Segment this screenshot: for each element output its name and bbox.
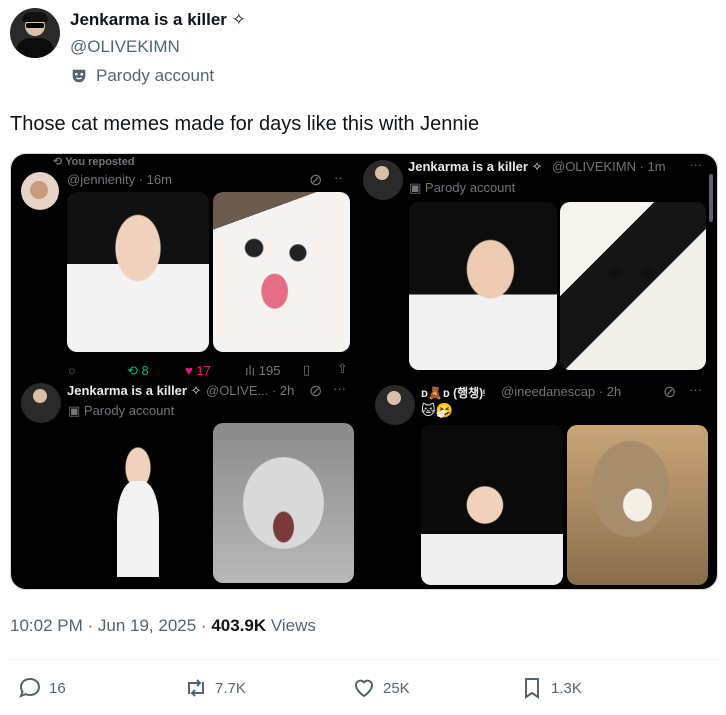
q4-avatar bbox=[375, 385, 415, 425]
q1-share-icon: ⇧ bbox=[337, 361, 348, 376]
like-button[interactable]: 25K bbox=[352, 676, 410, 700]
reply-icon bbox=[19, 677, 41, 698]
repost-button[interactable]: 7.7K bbox=[184, 676, 246, 700]
q1-likes-count: 17 bbox=[196, 363, 211, 378]
reply-button[interactable]: 16 bbox=[18, 676, 66, 700]
q2-photo-cat bbox=[560, 202, 706, 370]
q1-likes: ♥ 17 bbox=[185, 363, 211, 378]
views-label: Views bbox=[270, 616, 316, 635]
q1-views-count: 195 bbox=[258, 363, 281, 378]
action-bar: 16 7.7K 25K 1.3K bbox=[0, 676, 726, 706]
q1-handle-time: @jennienity · 16m bbox=[67, 172, 172, 187]
q1-photo-cat bbox=[213, 192, 350, 352]
q3-grok-icon: ⊘ bbox=[309, 383, 323, 400]
divider bbox=[10, 659, 718, 660]
q2-photo-woman bbox=[409, 202, 557, 370]
q4-photo-cat bbox=[567, 425, 708, 585]
q1-bookmark-icon: ▯ bbox=[303, 362, 311, 377]
q1-grok-icon: ⊘ bbox=[309, 172, 323, 189]
scrollbar-thumb bbox=[709, 174, 713, 222]
q4-name: ᴅ🧸ᴅ (행챙)ᵎ bbox=[421, 386, 485, 400]
q3-more-icon: ··· bbox=[333, 381, 346, 396]
q2-name: Jenkarma is a killer ✧ bbox=[408, 159, 543, 174]
q3-name: Jenkarma is a killer ✧ bbox=[67, 383, 202, 398]
bookmark-button[interactable]: 1.3K bbox=[520, 676, 582, 700]
q1-views: ılı 195 bbox=[245, 363, 281, 378]
theater-mask-icon bbox=[72, 69, 86, 83]
bookmark-count: 1.3K bbox=[551, 679, 582, 697]
q2-more-icon: ··· bbox=[689, 157, 702, 172]
q1-photo-woman bbox=[67, 192, 209, 352]
q3-mask-icon: ▣ bbox=[68, 403, 84, 418]
q2-mask-icon: ▣ bbox=[409, 180, 425, 195]
q2-handle-time: @OLIVEKIMN · 1m bbox=[552, 159, 666, 174]
q4-more-icon: ··· bbox=[689, 382, 702, 397]
reply-count: 16 bbox=[49, 679, 66, 697]
dot-separator: · bbox=[200, 616, 212, 635]
q1-repost-label: ⟲ You reposted bbox=[53, 155, 135, 168]
tweet-text: Those cat memes made for days like this … bbox=[10, 113, 480, 135]
q1-repost-text: You reposted bbox=[65, 156, 135, 168]
avatar-hat-shape bbox=[22, 12, 48, 22]
views-count: 403.9K bbox=[211, 616, 267, 635]
q1-avatar bbox=[21, 172, 59, 210]
bookmark-icon bbox=[525, 678, 539, 699]
author-name[interactable]: Jenkarma is a killer ✧ bbox=[70, 10, 246, 30]
avatar-glasses-shape bbox=[26, 23, 44, 28]
q1-reply-icon: ○ bbox=[68, 363, 76, 378]
like-count: 25K bbox=[383, 679, 410, 697]
repost-icon bbox=[188, 679, 204, 697]
q3-photo-cat bbox=[213, 423, 354, 583]
q3-photo-woman bbox=[67, 423, 209, 583]
q3-label: ▣ Parody account bbox=[68, 403, 174, 419]
q4-photo-woman bbox=[421, 425, 563, 585]
q4-grok-icon: ⊘ bbox=[663, 384, 677, 401]
q1-more-icon: ·· bbox=[334, 170, 343, 185]
q4-handle-time: @ineedanescap · 2h bbox=[501, 384, 622, 399]
author-handle[interactable]: @OLIVEKIMN bbox=[70, 37, 180, 57]
q2-label-text: Parody account bbox=[424, 180, 516, 195]
tweet-timestamp[interactable]: 10:02 PM · Jun 19, 2025 bbox=[10, 616, 196, 635]
q1-reposts-count: 8 bbox=[141, 363, 149, 378]
q2-avatar bbox=[363, 160, 403, 200]
q3-label-text: Parody account bbox=[83, 403, 175, 418]
tweet-timestamp-row: 10:02 PM · Jun 19, 2025 · 403.9K Views bbox=[10, 616, 316, 636]
parody-label-text: Parody account bbox=[96, 66, 215, 85]
q3-handle-time: @OLIVE... · 2h bbox=[206, 383, 295, 398]
author-avatar[interactable] bbox=[10, 8, 60, 58]
heart-icon bbox=[354, 679, 374, 698]
repost-small-icon: ⟲ bbox=[53, 156, 66, 168]
q3-avatar bbox=[21, 383, 61, 423]
parody-account-label: Parody account bbox=[70, 66, 214, 86]
avatar-body-shape bbox=[16, 38, 54, 58]
repost-count: 7.7K bbox=[215, 679, 246, 697]
q1-reposts: ⟲ 8 bbox=[127, 363, 149, 378]
q2-label: ▣ Parody account bbox=[409, 180, 515, 196]
q4-emojis: 🐱🤧 bbox=[421, 402, 454, 418]
tweet-media-image[interactable]: ⟲ You reposted @jennienity · 16m ⊘ ·· ○ … bbox=[10, 153, 718, 590]
